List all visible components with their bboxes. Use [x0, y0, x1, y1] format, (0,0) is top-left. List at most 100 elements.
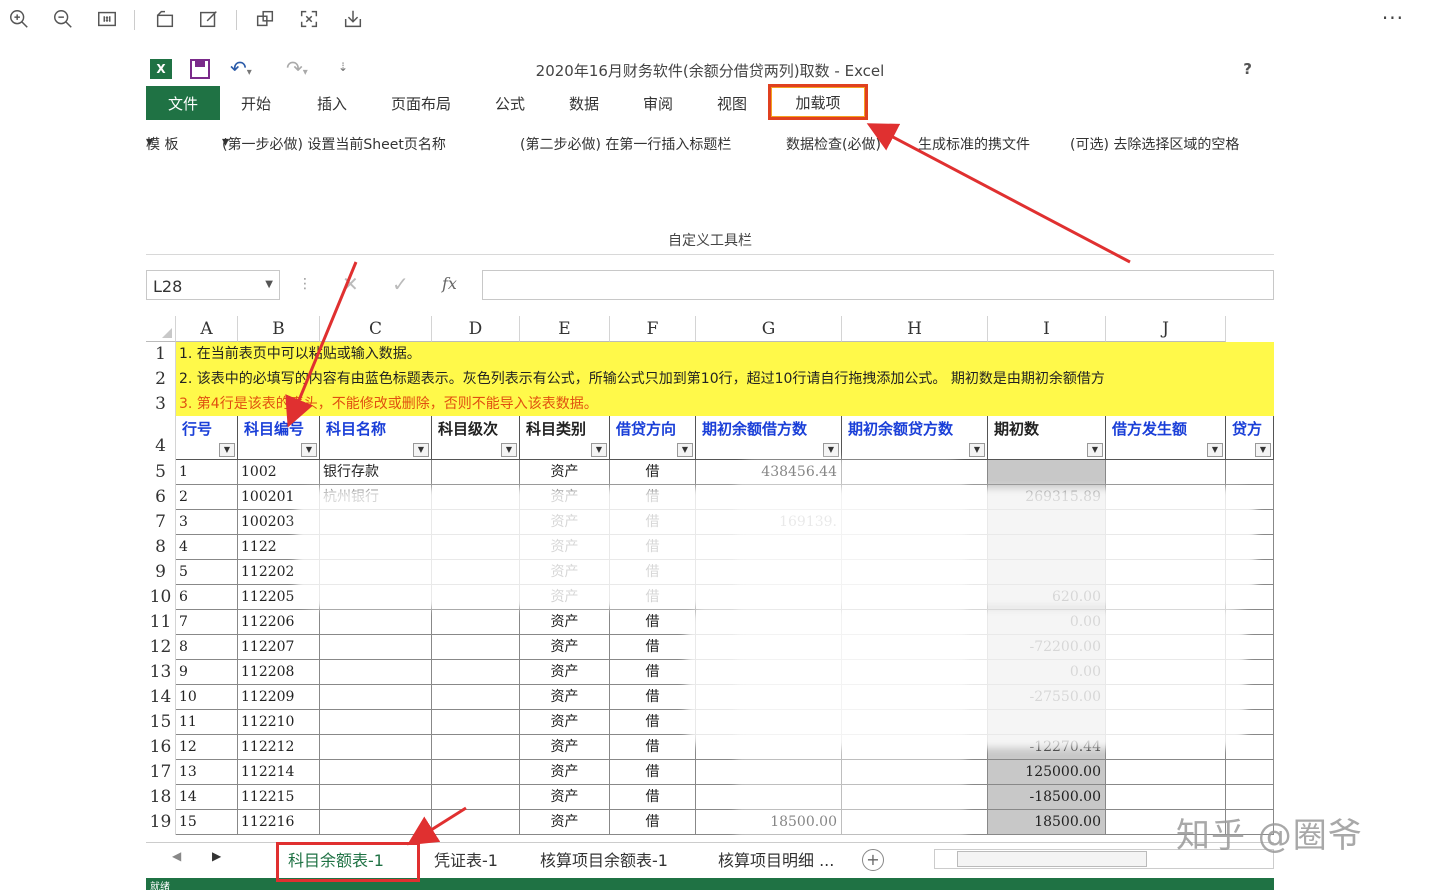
row-header[interactable]: 11: [146, 610, 176, 635]
table-cell[interactable]: 112212: [238, 735, 320, 760]
data-check-button[interactable]: 数据检查(必做): [786, 134, 881, 154]
edit-icon[interactable]: [196, 6, 222, 32]
table-cell[interactable]: 资产: [520, 460, 610, 485]
table-header-cell[interactable]: 科目级次 ▼: [432, 416, 520, 460]
table-cell[interactable]: 6: [176, 585, 238, 610]
column-header-b[interactable]: B: [238, 316, 320, 342]
row-header[interactable]: 16: [146, 735, 176, 760]
table-header-cell[interactable]: 期初余额借方数 ▼: [696, 416, 842, 460]
table-cell[interactable]: 3: [176, 510, 238, 535]
row-header[interactable]: 2: [146, 366, 176, 392]
table-cell[interactable]: [432, 785, 520, 810]
table-cell[interactable]: [432, 635, 520, 660]
table-cell[interactable]: [432, 710, 520, 735]
filter-dropdown-icon[interactable]: ▼: [1255, 443, 1271, 457]
table-cell[interactable]: [432, 610, 520, 635]
select-all-corner[interactable]: [146, 316, 176, 342]
zoom-in-icon[interactable]: [6, 6, 32, 32]
table-cell[interactable]: 112215: [238, 785, 320, 810]
next-sheet-icon[interactable]: ▶: [212, 849, 221, 863]
row-header[interactable]: 1: [146, 342, 176, 366]
table-cell[interactable]: [432, 735, 520, 760]
table-cell[interactable]: 借: [610, 760, 696, 785]
table-cell[interactable]: 7: [176, 610, 238, 635]
sheet-tab-voucher[interactable]: 凭证表-1: [434, 847, 498, 871]
tab-file[interactable]: 文件: [146, 86, 220, 120]
tab-data[interactable]: 数据: [554, 86, 614, 120]
table-cell[interactable]: 借: [610, 635, 696, 660]
table-cell[interactable]: [320, 735, 432, 760]
table-cell[interactable]: [1226, 760, 1274, 785]
column-header-g[interactable]: G: [696, 316, 842, 342]
table-cell[interactable]: [1106, 760, 1226, 785]
table-header-cell[interactable]: 行号 ▼: [176, 416, 238, 460]
table-cell[interactable]: -18500.00: [988, 785, 1106, 810]
table-cell[interactable]: [1226, 460, 1274, 485]
table-cell[interactable]: 资产: [520, 685, 610, 710]
table-cell[interactable]: [432, 760, 520, 785]
row-header[interactable]: 10: [146, 585, 176, 610]
table-cell[interactable]: 借: [610, 810, 696, 835]
column-header-i[interactable]: I: [988, 316, 1106, 342]
column-header-c[interactable]: C: [320, 316, 432, 342]
row-header[interactable]: 12: [146, 635, 176, 660]
formula-input[interactable]: [482, 270, 1274, 300]
table-cell[interactable]: 14: [176, 785, 238, 810]
table-cell[interactable]: 银行存款: [320, 460, 432, 485]
table-cell[interactable]: [320, 760, 432, 785]
filter-dropdown-icon[interactable]: ▼: [301, 443, 317, 457]
row-header[interactable]: 17: [146, 760, 176, 785]
table-cell[interactable]: 资产: [520, 710, 610, 735]
table-cell[interactable]: 112214: [238, 760, 320, 785]
remove-spaces-button[interactable]: (可选) 去除选择区域的空格: [1070, 134, 1239, 154]
insert-title-row-button[interactable]: (第二步必做) 在第一行插入标题栏: [520, 134, 731, 154]
row-header[interactable]: 7: [146, 510, 176, 535]
table-cell[interactable]: [320, 685, 432, 710]
filter-dropdown-icon[interactable]: ▼: [1207, 443, 1223, 457]
table-cell[interactable]: [320, 710, 432, 735]
row-header[interactable]: 6: [146, 485, 176, 510]
generate-file-button[interactable]: 生成标准的携文件: [918, 134, 1030, 154]
column-header-e[interactable]: E: [520, 316, 610, 342]
sheet-tab-aux-detail[interactable]: 核算项目明细 ...: [718, 847, 834, 871]
table-header-cell[interactable]: 贷方 ▼: [1226, 416, 1274, 460]
table-cell[interactable]: 112209: [238, 685, 320, 710]
table-cell[interactable]: [432, 660, 520, 685]
table-cell[interactable]: [320, 610, 432, 635]
column-header-d[interactable]: D: [432, 316, 520, 342]
table-cell[interactable]: [320, 635, 432, 660]
table-cell[interactable]: [1106, 460, 1226, 485]
table-cell[interactable]: 资产: [520, 810, 610, 835]
table-cell[interactable]: 资产: [520, 635, 610, 660]
column-header-j[interactable]: J: [1106, 316, 1226, 342]
table-cell[interactable]: 资产: [520, 785, 610, 810]
table-cell[interactable]: 112210: [238, 710, 320, 735]
tab-view[interactable]: 视图: [702, 86, 762, 120]
row-header[interactable]: 4: [146, 416, 176, 460]
table-cell[interactable]: 资产: [520, 735, 610, 760]
table-cell[interactable]: 借: [610, 460, 696, 485]
download-icon[interactable]: [340, 6, 366, 32]
row-header[interactable]: 8: [146, 535, 176, 560]
table-cell[interactable]: [320, 785, 432, 810]
table-header-cell[interactable]: 期初余额贷方数 ▼: [842, 416, 988, 460]
add-sheet-icon[interactable]: +: [862, 849, 884, 871]
chevron-down-icon[interactable]: ▼: [265, 279, 273, 290]
table-cell[interactable]: 15: [176, 810, 238, 835]
zoom-out-icon[interactable]: [50, 6, 76, 32]
table-cell[interactable]: 借: [610, 785, 696, 810]
tab-review[interactable]: 审阅: [628, 86, 688, 120]
tab-home[interactable]: 开始: [226, 86, 286, 120]
cancel-entry-icon[interactable]: ✕: [342, 272, 359, 296]
row-header[interactable]: 3: [146, 392, 176, 416]
table-cell[interactable]: 13: [176, 760, 238, 785]
fullscreen-icon[interactable]: [296, 6, 322, 32]
table-header-cell[interactable]: 科目编号 ▼: [238, 416, 320, 460]
table-cell[interactable]: 借: [610, 735, 696, 760]
table-cell[interactable]: 8: [176, 635, 238, 660]
name-box[interactable]: L28 ▼: [146, 270, 280, 300]
table-cell[interactable]: [1106, 785, 1226, 810]
row-header[interactable]: 18: [146, 785, 176, 810]
row-header[interactable]: 9: [146, 560, 176, 585]
filter-dropdown-icon[interactable]: ▼: [413, 443, 429, 457]
